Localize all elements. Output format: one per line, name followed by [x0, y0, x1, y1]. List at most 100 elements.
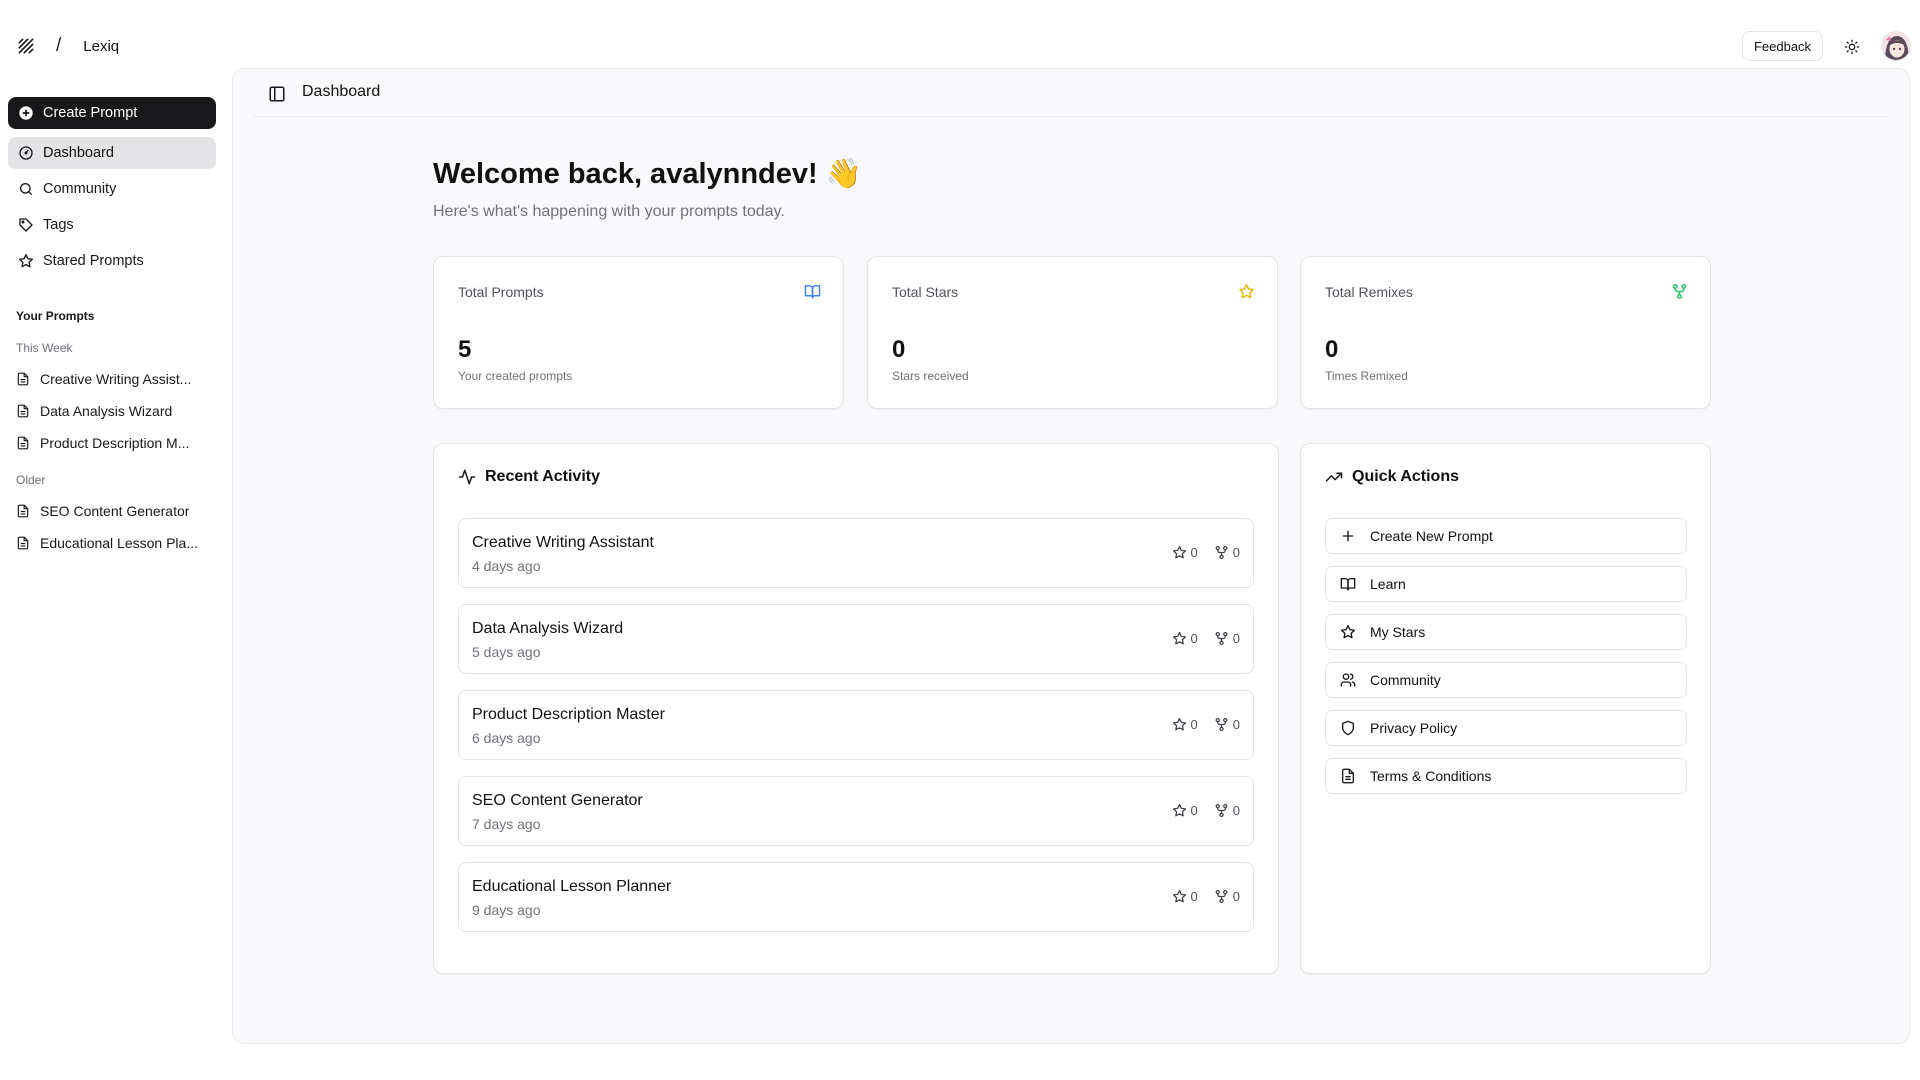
panel-left-icon: [269, 86, 285, 102]
create-prompt-label: Create Prompt: [43, 105, 138, 121]
star-count: 0: [1172, 717, 1198, 732]
sidebar-item-label: Dashboard: [43, 145, 114, 161]
create-new-prompt-button[interactable]: Create New Prompt: [1325, 518, 1687, 554]
activity-time: 9 days ago: [472, 902, 541, 918]
remix-count: 0: [1214, 631, 1240, 646]
activity-name: Creative Writing Assistant: [472, 534, 654, 551]
activity-item[interactable]: Product Description Master 6 days ago 0 …: [458, 690, 1254, 760]
remix-count: 0: [1214, 545, 1240, 560]
page-title: Dashboard: [302, 83, 381, 100]
star-icon: [1172, 803, 1186, 817]
logo-icon[interactable]: [16, 36, 36, 56]
activity-item[interactable]: Data Analysis Wizard 5 days ago 0 0: [458, 604, 1254, 674]
my-stars-button[interactable]: My Stars: [1325, 614, 1687, 650]
star-icon: [1172, 631, 1186, 645]
sidebar-item-label: Tags: [43, 217, 74, 233]
quick-action-label: Learn: [1370, 576, 1406, 592]
quick-action-label: Create New Prompt: [1370, 528, 1493, 544]
sidebar-item-community[interactable]: Community: [8, 173, 216, 205]
sidebar-prompt-item[interactable]: Product Description M...: [16, 431, 206, 455]
activity-name: Educational Lesson Planner: [472, 878, 672, 895]
git-fork-icon: [1215, 545, 1228, 560]
stat-card-total-remixes: Total Remixes 0 Times Remixed: [1300, 256, 1711, 409]
stat-value: 5: [458, 336, 472, 363]
sidebar-prompt-label: Data Analysis Wizard: [40, 403, 173, 419]
terms-conditions-button[interactable]: Terms & Conditions: [1325, 758, 1687, 794]
sidebar-item-label: Community: [43, 181, 117, 197]
activity-name: Product Description Master: [472, 706, 665, 723]
stat-label: Total Remixes: [1325, 284, 1413, 300]
activity-metrics: 0 0: [1156, 803, 1240, 818]
stat-caption: Times Remixed: [1325, 369, 1408, 383]
plus-icon: [1342, 530, 1354, 542]
sidebar-item-dashboard[interactable]: Dashboard: [8, 137, 216, 169]
privacy-policy-button[interactable]: Privacy Policy: [1325, 710, 1687, 746]
main-header: [253, 69, 1889, 117]
star-icon: [19, 254, 33, 268]
activity-metrics: 0 0: [1156, 717, 1240, 732]
activity-time: 5 days ago: [472, 644, 541, 660]
sidebar-prompt-item[interactable]: SEO Content Generator: [16, 499, 206, 523]
activity-icon: [458, 469, 476, 485]
stat-label: Total Stars: [892, 284, 959, 300]
this-week-label: This Week: [16, 341, 73, 355]
create-prompt-button[interactable]: Create Prompt: [8, 97, 216, 129]
activity-name: SEO Content Generator: [472, 792, 643, 809]
sidebar-prompt-item[interactable]: Data Analysis Wizard: [16, 399, 206, 423]
star-count: 0: [1172, 803, 1198, 818]
activity-item[interactable]: Educational Lesson Planner 9 days ago 0 …: [458, 862, 1254, 932]
card-title-label: Recent Activity: [485, 468, 600, 485]
file-text-icon: [17, 436, 29, 450]
git-fork-icon: [1215, 631, 1228, 646]
star-icon: [1172, 889, 1186, 903]
avatar[interactable]: [1881, 31, 1911, 61]
learn-button[interactable]: Learn: [1325, 566, 1687, 602]
recent-activity-title: Recent Activity: [458, 468, 600, 486]
quick-action-label: My Stars: [1370, 624, 1426, 640]
theme-toggle-button[interactable]: [1841, 36, 1863, 58]
plus-circle-icon: [19, 106, 33, 120]
quick-action-label: Privacy Policy: [1370, 720, 1458, 736]
community-button[interactable]: Community: [1325, 662, 1687, 698]
sidebar-item-stared-prompts[interactable]: Stared Prompts: [8, 245, 216, 277]
sidebar-prompt-label: SEO Content Generator: [40, 503, 190, 519]
breadcrumb-separator: /: [56, 35, 62, 56]
welcome-subtitle: Here's what's happening with your prompt…: [433, 203, 785, 220]
older-label: Older: [16, 473, 46, 487]
star-count: 0: [1172, 889, 1198, 904]
star-icon: [1172, 545, 1186, 559]
file-text-icon: [1342, 768, 1354, 784]
activity-item[interactable]: SEO Content Generator 7 days ago 0 0: [458, 776, 1254, 846]
sidebar-prompt-label: Educational Lesson Pla...: [40, 535, 198, 551]
activity-metrics: 0 0: [1156, 631, 1240, 646]
stat-value: 0: [892, 336, 906, 363]
activity-item[interactable]: Creative Writing Assistant 4 days ago 0 …: [458, 518, 1254, 588]
sidebar-toggle-button[interactable]: [268, 85, 286, 103]
feedback-button[interactable]: Feedback: [1742, 31, 1823, 61]
stat-caption: Your created prompts: [458, 369, 573, 383]
star-icon: [1239, 284, 1254, 299]
sidebar-item-label: Stared Prompts: [43, 253, 144, 269]
sidebar-prompt-item[interactable]: Creative Writing Assist...: [16, 367, 206, 391]
recent-activity-card: Recent Activity Creative Writing Assista…: [433, 443, 1279, 974]
activity-metrics: 0 0: [1156, 889, 1240, 904]
activity-time: 7 days ago: [472, 816, 541, 832]
remix-count: 0: [1214, 889, 1240, 904]
users-icon: [1340, 673, 1356, 687]
quick-action-label: Community: [1370, 672, 1441, 688]
sidebar-prompt-item[interactable]: Educational Lesson Pla...: [16, 531, 206, 555]
brand: / Lexiq: [16, 34, 119, 58]
file-text-icon: [17, 372, 29, 386]
stat-caption: Stars received: [892, 369, 969, 383]
star-count: 0: [1172, 631, 1198, 646]
tag-icon: [19, 218, 33, 232]
stat-value: 0: [1325, 336, 1339, 363]
sidebar-item-tags[interactable]: Tags: [8, 209, 216, 241]
quick-actions-card: Quick Actions Create New Prompt Learn My…: [1300, 443, 1711, 974]
main-panel: Dashboard Welcome back, avalynndev! 👋 He…: [232, 68, 1910, 1044]
app-name[interactable]: Lexiq: [83, 38, 119, 55]
star-icon: [1341, 625, 1355, 639]
gauge-icon: [19, 146, 33, 160]
git-fork-icon: [1215, 717, 1228, 732]
activity-name: Data Analysis Wizard: [472, 620, 624, 637]
